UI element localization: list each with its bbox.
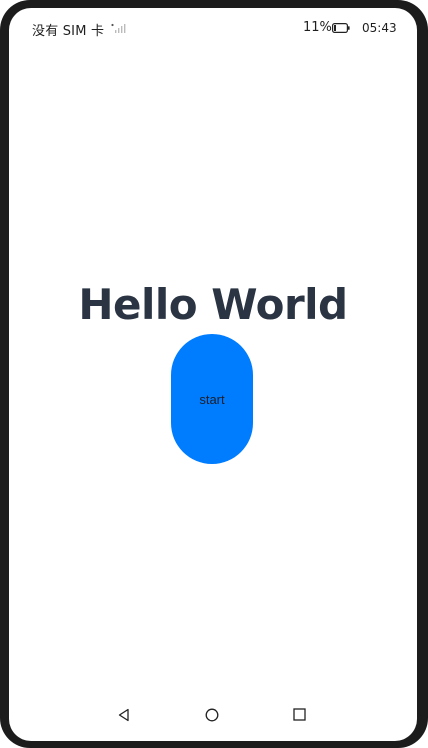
- carrier-label: 没有 SIM 卡: [32, 24, 105, 39]
- screen: 没有 SIM 卡 11% 05:43 Hello World start: [9, 8, 417, 741]
- home-icon[interactable]: [205, 708, 219, 722]
- start-button[interactable]: start: [171, 334, 253, 464]
- status-bar: 没有 SIM 卡 11% 05:43: [9, 8, 417, 48]
- clock: 05:43: [362, 21, 397, 35]
- recent-apps-icon[interactable]: [293, 708, 306, 721]
- device-frame: 没有 SIM 卡 11% 05:43 Hello World start: [0, 0, 428, 748]
- hello-world-title: Hello World: [78, 280, 348, 329]
- navigation-bar: [9, 703, 417, 733]
- back-icon[interactable]: [117, 708, 131, 722]
- signal-icon: [111, 23, 126, 33]
- battery-icon: [332, 23, 350, 33]
- battery-percent: 11%: [303, 20, 332, 35]
